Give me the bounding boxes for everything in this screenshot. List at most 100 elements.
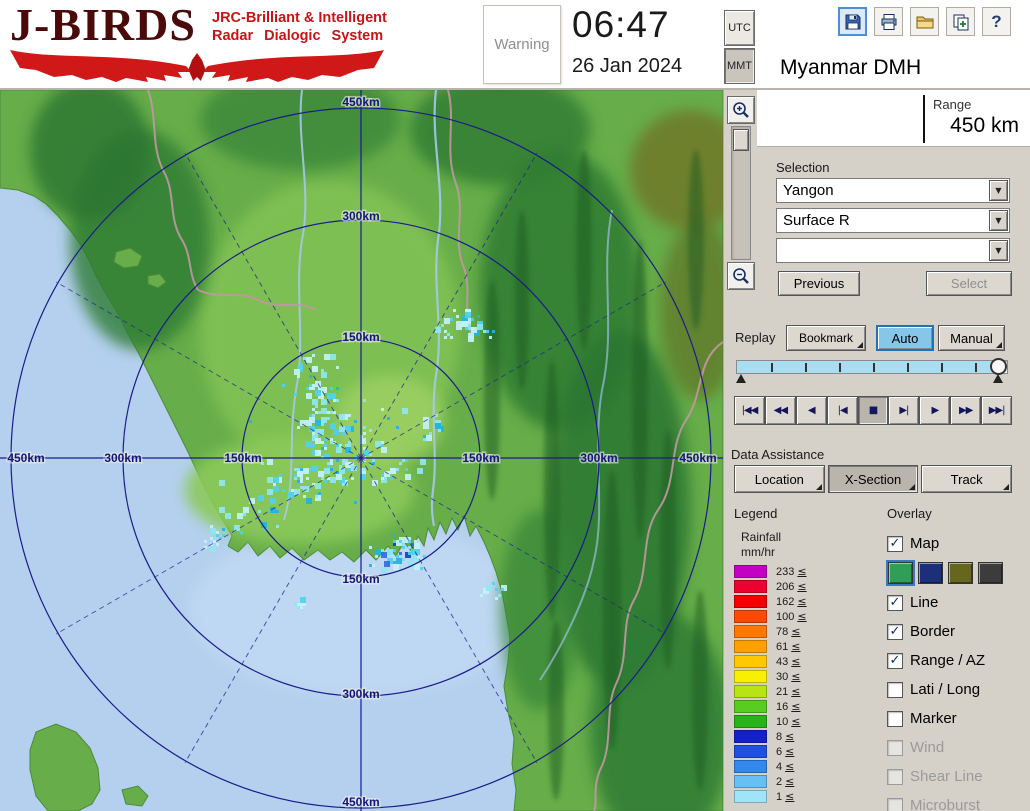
overlay-checkbox-border[interactable]: ✓ xyxy=(887,623,903,640)
fast-rewind-button[interactable]: ◀◀ xyxy=(764,396,796,425)
slider-thumb[interactable] xyxy=(990,358,1008,375)
extra-dropdown[interactable]: ▼ xyxy=(776,238,1010,263)
replay-label: Replay xyxy=(735,330,776,345)
radar-echo xyxy=(333,399,336,402)
clock: 06:47 26 Jan 2024 xyxy=(572,4,682,78)
chevron-down-icon[interactable]: ▼ xyxy=(989,180,1008,201)
radar-echo xyxy=(369,564,372,567)
slider-start-marker[interactable] xyxy=(736,374,746,383)
skip-to-end-button[interactable]: ▶▶| xyxy=(981,396,1013,425)
print-button[interactable] xyxy=(874,7,903,36)
legend-row: 6 ≤ xyxy=(734,744,879,759)
open-folder-button[interactable] xyxy=(910,7,939,36)
radar-echo xyxy=(321,429,324,432)
utc-button[interactable]: UTC xyxy=(724,10,755,46)
radar-echo xyxy=(330,462,333,465)
radar-echo xyxy=(216,534,219,537)
warning-status-button[interactable]: Warning xyxy=(483,5,561,84)
radar-echo xyxy=(297,606,300,609)
overlay-checkbox-range-az[interactable]: ✓ xyxy=(887,652,903,669)
radar-echo xyxy=(270,498,276,504)
radar-echo xyxy=(312,465,318,471)
legend-value-label: 8 ≤ xyxy=(776,730,795,743)
less-equal-symbol: ≤ xyxy=(791,640,801,653)
previous-button[interactable]: Previous xyxy=(778,271,860,296)
slider-track[interactable] xyxy=(736,360,1008,374)
map-style-olive[interactable] xyxy=(948,562,973,584)
slider-position-marker[interactable] xyxy=(993,374,1004,383)
ring-label: 150km xyxy=(462,451,499,465)
chevron-down-icon[interactable]: ▼ xyxy=(989,210,1008,231)
ring-label: 450km xyxy=(679,451,716,465)
overlay-checkbox-map[interactable]: ✓ xyxy=(887,535,903,552)
overlay-checkbox-marker[interactable] xyxy=(887,710,903,727)
zoom-in-button[interactable] xyxy=(726,96,755,124)
map-style-green[interactable] xyxy=(886,560,915,586)
radar-echo xyxy=(393,564,399,570)
play-button[interactable]: ▶ xyxy=(919,396,951,425)
zoom-scrollbar[interactable] xyxy=(730,126,751,260)
control-panel: Range 450 km Selection Yangon ▼ Surface … xyxy=(723,90,1030,811)
radar-map[interactable]: 450km 300km 150km 150km 300km 450km 450k… xyxy=(0,70,750,811)
step-forward-button[interactable]: ▶| xyxy=(888,396,920,425)
save-button[interactable] xyxy=(838,7,867,36)
reverse-play-button[interactable]: ◀ xyxy=(795,396,827,425)
map-style-navy[interactable] xyxy=(918,562,943,584)
radar-echo xyxy=(321,447,324,450)
radar-echo xyxy=(303,468,309,474)
chevron-down-icon[interactable]: ▼ xyxy=(989,240,1008,261)
overlay-checkbox-lati-long[interactable] xyxy=(887,681,903,698)
map-style-dark-gray[interactable] xyxy=(978,562,1003,584)
radar-echo xyxy=(315,438,321,444)
location-button[interactable]: Location xyxy=(734,465,825,493)
less-equal-symbol: ≤ xyxy=(791,685,801,698)
warning-label: Warning xyxy=(494,36,550,53)
radar-echo xyxy=(330,387,333,390)
overlay-item-label: Map xyxy=(910,535,940,552)
select-button[interactable]: Select xyxy=(926,271,1012,296)
help-button[interactable]: ? xyxy=(982,7,1011,36)
zoom-scrollbar-thumb[interactable] xyxy=(732,129,749,151)
radar-echo xyxy=(381,441,384,444)
fast-forward-button[interactable]: ▶▶ xyxy=(950,396,982,425)
manual-mode-button[interactable]: Manual xyxy=(938,325,1005,351)
radar-echo xyxy=(444,318,450,324)
radar-echo xyxy=(300,477,303,480)
radar-echo xyxy=(396,558,402,564)
radar-echo xyxy=(291,489,294,492)
radar-echo xyxy=(495,597,498,600)
x-section-button[interactable]: X-Section xyxy=(827,465,919,493)
export-button[interactable] xyxy=(946,7,975,36)
radar-echo xyxy=(414,564,420,570)
legend-color-swatch xyxy=(734,655,767,668)
track-button[interactable]: Track xyxy=(921,465,1013,493)
overlay-item-label: Marker xyxy=(910,710,957,727)
zoom-out-button[interactable] xyxy=(726,262,755,290)
overlay-checkbox-shear-line xyxy=(887,768,903,785)
radar-echo xyxy=(396,426,399,429)
replay-timeline-slider[interactable] xyxy=(736,358,1010,386)
mmt-button[interactable]: MMT xyxy=(724,48,755,84)
product-dropdown[interactable]: Surface R ▼ xyxy=(776,208,1010,233)
auto-mode-button[interactable]: Auto xyxy=(876,325,934,351)
legend-color-swatch xyxy=(734,715,767,728)
legend-panel: Legend Rainfall mm/hr 233 ≤ 206 ≤ 162 ≤ 100 ≤ 78… xyxy=(734,506,879,804)
radar-echo xyxy=(402,543,405,546)
logo-title: J-BIRDS xyxy=(10,0,196,50)
radar-echo xyxy=(327,411,330,414)
legend-color-swatch xyxy=(734,775,767,788)
site-dropdown[interactable]: Yangon ▼ xyxy=(776,178,1010,203)
overlay-item-label: Range / AZ xyxy=(910,652,986,669)
legend-value-label: 16 ≤ xyxy=(776,700,801,713)
skip-to-start-button[interactable]: |◀◀ xyxy=(734,396,765,425)
overlay-checkbox-line[interactable]: ✓ xyxy=(887,594,903,611)
magnifier-minus-icon xyxy=(732,268,749,284)
stop-button[interactable]: ■ xyxy=(857,396,889,425)
range-display: Range 450 km xyxy=(757,90,1030,147)
step-back-button[interactable]: |◀ xyxy=(826,396,858,425)
radar-echo xyxy=(480,594,483,597)
radar-echo xyxy=(399,552,402,555)
bookmark-button[interactable]: Bookmark xyxy=(786,325,866,351)
legend-row: 2 ≤ xyxy=(734,774,879,789)
zoom-controls xyxy=(724,90,757,304)
